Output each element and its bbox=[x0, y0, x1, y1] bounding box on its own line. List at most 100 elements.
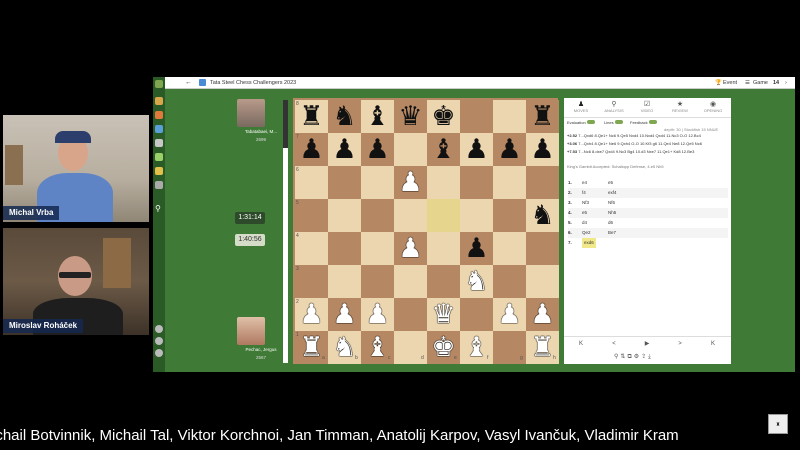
black-knight-piece[interactable]: ♞ bbox=[332, 103, 356, 130]
square-f3[interactable]: ♞ bbox=[460, 265, 493, 298]
black-king-piece[interactable]: ♚ bbox=[431, 103, 455, 130]
black-rook-piece[interactable]: ♜ bbox=[299, 103, 323, 130]
white-rook-piece[interactable]: ♜ bbox=[299, 334, 323, 361]
square-e3[interactable] bbox=[427, 265, 460, 298]
white-pawn-piece[interactable]: ♟ bbox=[398, 235, 422, 262]
white-move[interactable]: e4 bbox=[582, 178, 587, 188]
white-move[interactable]: d4 bbox=[582, 218, 587, 228]
square-b3[interactable] bbox=[328, 265, 361, 298]
download-icon[interactable]: ⤓ bbox=[648, 354, 653, 360]
square-c5[interactable] bbox=[361, 199, 394, 232]
square-d4[interactable]: ♟ bbox=[394, 232, 427, 265]
white-king-piece[interactable]: ♚ bbox=[431, 334, 455, 361]
square-h8[interactable]: ♜ bbox=[526, 100, 559, 133]
square-b5[interactable] bbox=[328, 199, 361, 232]
search-icon[interactable]: ⚲ bbox=[155, 205, 163, 213]
square-b6[interactable] bbox=[328, 166, 361, 199]
black-move[interactable]: e5 bbox=[608, 178, 613, 188]
white-knight-piece[interactable]: ♞ bbox=[332, 334, 356, 361]
square-c8[interactable]: ♝ bbox=[361, 100, 394, 133]
square-a6[interactable] bbox=[295, 166, 328, 199]
square-d6[interactable]: ♟ bbox=[394, 166, 427, 199]
toggle-feedback[interactable]: Feedback bbox=[630, 120, 657, 125]
square-b4[interactable] bbox=[328, 232, 361, 265]
help-icon[interactable] bbox=[155, 349, 163, 357]
black-move[interactable]: Nf6 bbox=[608, 198, 615, 208]
white-pawn-piece[interactable]: ♟ bbox=[332, 301, 356, 328]
chess-logo-icon[interactable] bbox=[155, 80, 163, 88]
square-f7[interactable]: ♟ bbox=[460, 133, 493, 166]
black-bishop-piece[interactable]: ♝ bbox=[431, 136, 455, 163]
black-move[interactable]: d6 bbox=[608, 218, 613, 228]
white-move[interactable]: exd6 bbox=[582, 238, 596, 248]
square-a7[interactable]: ♟ bbox=[295, 133, 328, 166]
square-f6[interactable] bbox=[460, 166, 493, 199]
black-pawn-piece[interactable]: ♟ bbox=[299, 136, 323, 163]
black-move[interactable]: Be7 bbox=[608, 228, 616, 238]
square-a5[interactable] bbox=[295, 199, 328, 232]
tab-review[interactable]: ★ REVIEW bbox=[665, 100, 695, 113]
black-pawn-piece[interactable]: ♟ bbox=[464, 235, 488, 262]
square-f5[interactable] bbox=[460, 199, 493, 232]
event-tab[interactable]: Event bbox=[723, 78, 737, 88]
square-a8[interactable]: ♜ bbox=[295, 100, 328, 133]
square-c4[interactable] bbox=[361, 232, 394, 265]
watch-icon[interactable] bbox=[155, 139, 163, 147]
black-move[interactable]: Nh5 bbox=[608, 208, 616, 218]
square-e4[interactable] bbox=[427, 232, 460, 265]
tab-opening[interactable]: ◉ OPENING bbox=[698, 100, 728, 113]
square-g8[interactable] bbox=[493, 100, 526, 133]
square-h5[interactable]: ♞ bbox=[526, 199, 559, 232]
black-pawn-piece[interactable]: ♟ bbox=[530, 136, 554, 163]
white-pawn-piece[interactable]: ♟ bbox=[299, 301, 323, 328]
toggle-lines[interactable]: Lines bbox=[604, 120, 623, 125]
white-bishop-piece[interactable]: ♝ bbox=[365, 334, 389, 361]
engine-line[interactable]: +7.53 7...Nc6 8.dxe7 Qxd4 9.Nc3 Bg4 10.d… bbox=[567, 149, 694, 154]
black-pawn-piece[interactable]: ♟ bbox=[365, 136, 389, 163]
white-pawn-piece[interactable]: ♟ bbox=[530, 301, 554, 328]
white-pawn-piece[interactable]: ♟ bbox=[398, 169, 422, 196]
learn-icon[interactable] bbox=[155, 125, 163, 133]
square-d7[interactable] bbox=[394, 133, 427, 166]
tab-video[interactable]: ☑ VIDEO bbox=[632, 100, 662, 113]
square-g5[interactable] bbox=[493, 199, 526, 232]
square-b8[interactable]: ♞ bbox=[328, 100, 361, 133]
black-pawn-piece[interactable]: ♟ bbox=[464, 136, 488, 163]
opening-name[interactable]: King's Gambit Accepted: Schallopp Defens… bbox=[567, 164, 664, 169]
square-g2[interactable]: ♟ bbox=[493, 298, 526, 331]
tab-analysis[interactable]: ⚲ ANALYSIS bbox=[599, 100, 629, 113]
square-c6[interactable] bbox=[361, 166, 394, 199]
square-b7[interactable]: ♟ bbox=[328, 133, 361, 166]
square-e6[interactable] bbox=[427, 166, 460, 199]
settings-icon[interactable] bbox=[155, 337, 163, 345]
square-e5[interactable] bbox=[427, 199, 460, 232]
white-move[interactable]: Nf3 bbox=[582, 198, 589, 208]
white-bishop-piece[interactable]: ♝ bbox=[464, 334, 488, 361]
white-move[interactable]: Qe2 bbox=[582, 228, 591, 238]
puzzles-icon[interactable] bbox=[155, 111, 163, 119]
next-move-button[interactable]: > bbox=[665, 339, 695, 349]
news-icon[interactable] bbox=[155, 153, 163, 161]
square-d8[interactable]: ♛ bbox=[394, 100, 427, 133]
back-arrow-icon[interactable]: ← bbox=[185, 78, 192, 88]
first-move-button[interactable]: K bbox=[566, 339, 596, 349]
square-g4[interactable] bbox=[493, 232, 526, 265]
square-f4[interactable]: ♟ bbox=[460, 232, 493, 265]
square-g6[interactable] bbox=[493, 166, 526, 199]
square-d5[interactable] bbox=[394, 199, 427, 232]
previous-move-button[interactable]: < bbox=[599, 339, 629, 349]
avatar[interactable] bbox=[237, 99, 265, 127]
square-h2[interactable]: ♟ bbox=[526, 298, 559, 331]
black-pawn-piece[interactable]: ♟ bbox=[497, 136, 521, 163]
engine-line[interactable]: +2.52 7...Qxd6 8.Qe1+ Nc6 9.Qe5 Nxd4 10.… bbox=[567, 133, 701, 138]
square-g3[interactable] bbox=[493, 265, 526, 298]
black-pawn-piece[interactable]: ♟ bbox=[332, 136, 356, 163]
square-a2[interactable]: ♟ bbox=[295, 298, 328, 331]
black-rook-piece[interactable]: ♜ bbox=[530, 103, 554, 130]
white-move[interactable]: e5 bbox=[582, 208, 587, 218]
white-move[interactable]: f4 bbox=[582, 188, 586, 198]
square-a3[interactable] bbox=[295, 265, 328, 298]
square-h6[interactable] bbox=[526, 166, 559, 199]
event-title[interactable]: Tata Steel Chess Challengers 2023 bbox=[210, 78, 296, 88]
square-h3[interactable] bbox=[526, 265, 559, 298]
